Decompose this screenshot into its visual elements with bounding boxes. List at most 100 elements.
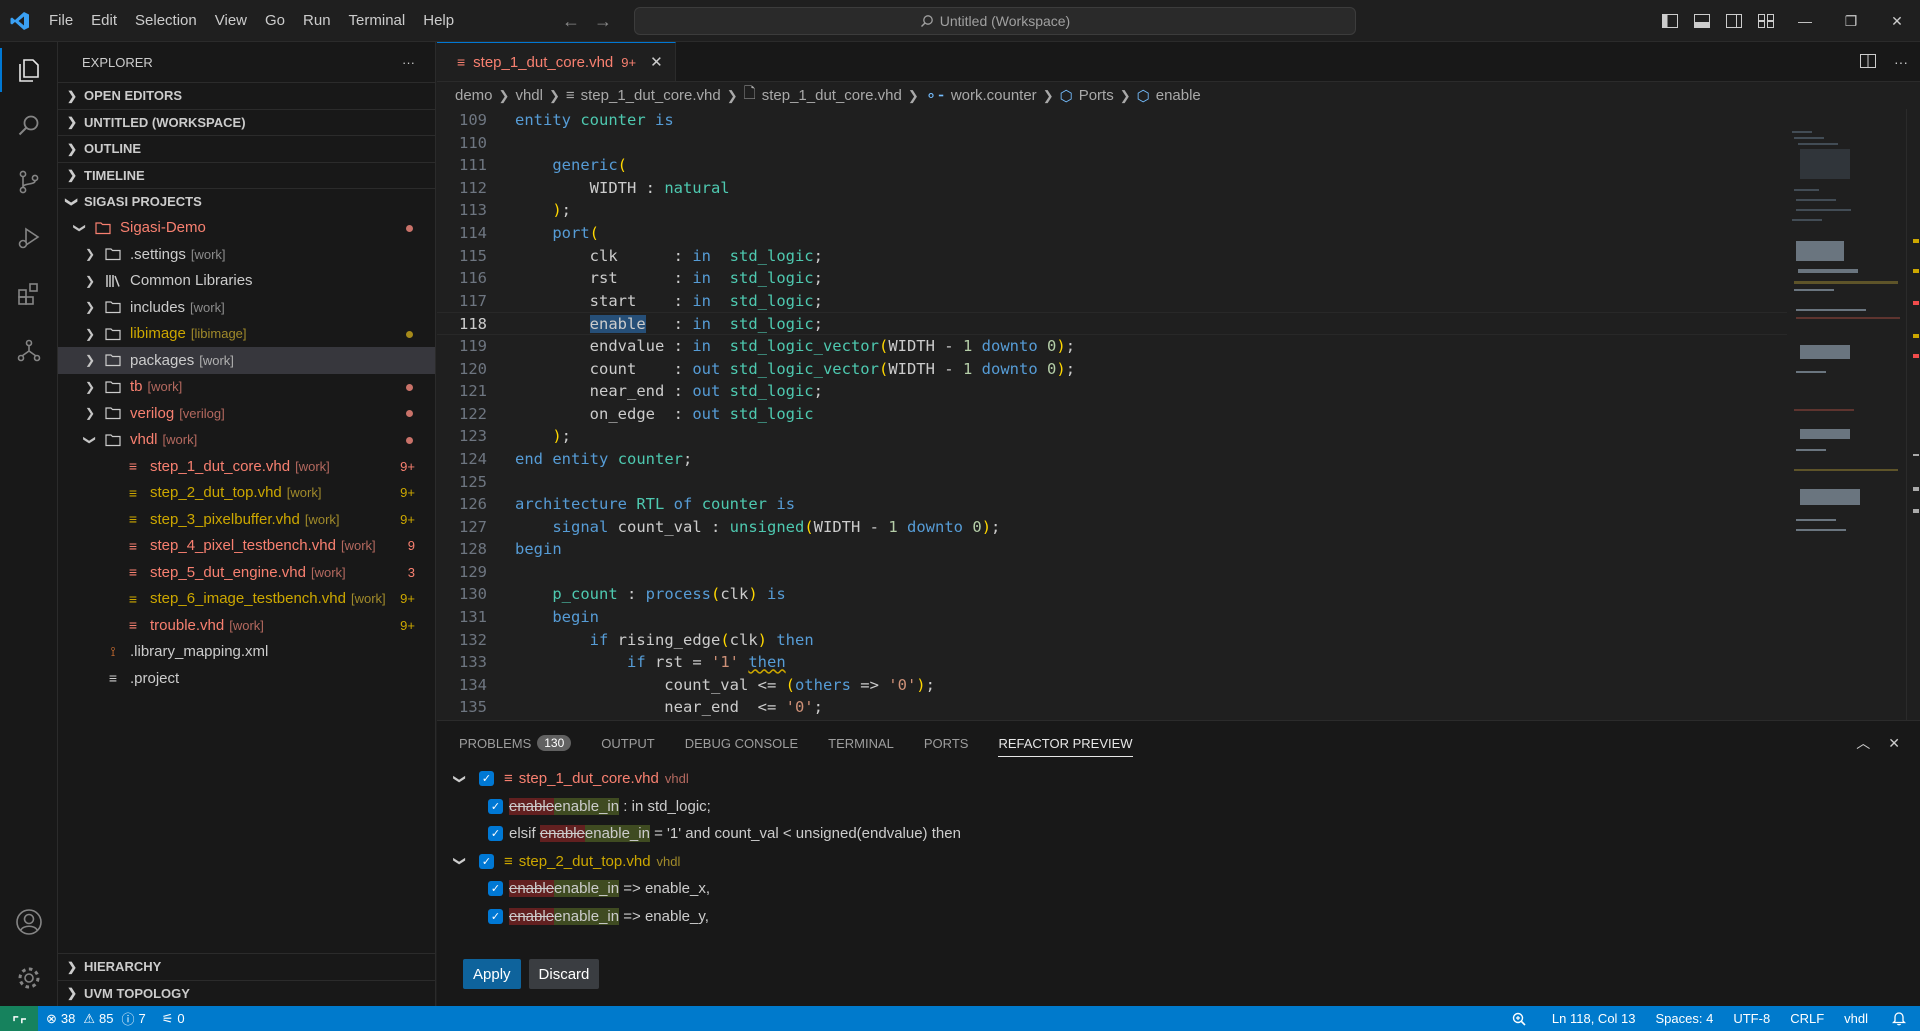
discard-button[interactable]: Discard	[528, 959, 600, 989]
apply-button[interactable]: Apply	[463, 959, 521, 989]
tab-ports[interactable]: PORTS	[924, 721, 983, 765]
menu-run[interactable]: Run	[294, 0, 340, 42]
tab-debug-console[interactable]: DEBUG CONSOLE	[685, 721, 812, 765]
tree-item-trouble[interactable]: ≡ trouble.vhd [work] 9+	[58, 612, 435, 639]
breadcrumb-entity[interactable]: work.counter	[951, 87, 1037, 104]
tab-problems[interactable]: PROBLEMS 130	[459, 721, 585, 765]
source-control-icon[interactable]	[0, 154, 58, 210]
refactor-change-row[interactable]: ✓ enable enable_in => enable_x,	[453, 875, 1920, 903]
checkbox[interactable]: ✓	[479, 853, 494, 869]
minimize-icon[interactable]: —	[1782, 0, 1828, 42]
ports-status[interactable]: ⚟ 0	[154, 1006, 193, 1031]
tab-output[interactable]: OUTPUT	[601, 721, 668, 765]
checkbox[interactable]: ✓	[488, 881, 503, 897]
menu-terminal[interactable]: Terminal	[340, 0, 415, 42]
menu-edit[interactable]: Edit	[82, 0, 126, 42]
explorer-icon[interactable]	[0, 42, 58, 98]
tree-item-tb[interactable]: ❯ tb [work]	[58, 374, 435, 401]
menu-file[interactable]: File	[40, 0, 82, 42]
refactor-change-row[interactable]: ✓ enable enable_in => enable_y,	[453, 903, 1920, 931]
tree-item-vhdl[interactable]: ❯ vhdl [work]	[58, 427, 435, 454]
language-mode[interactable]: vhdl	[1834, 1006, 1878, 1031]
tree-item-step-2-dut-top[interactable]: ≡ step_2_dut_top.vhd [work] 9+	[58, 480, 435, 507]
close-window-icon[interactable]: ✕	[1874, 0, 1920, 42]
forward-arrow-icon[interactable]: →	[594, 11, 612, 32]
breadcrumb-vhdl[interactable]: vhdl	[515, 87, 543, 104]
tree-item-step-1-dut-core[interactable]: ≡ step_1_dut_core.vhd [work] 9+	[58, 453, 435, 480]
toggle-secondary-sidebar-icon[interactable]	[1718, 0, 1750, 42]
split-editor-icon[interactable]	[1860, 53, 1876, 71]
back-arrow-icon[interactable]: ←	[562, 11, 580, 32]
tree-item-verilog[interactable]: ❯ verilog [verilog]	[58, 400, 435, 427]
tree-item-libimage[interactable]: ❯ libimage [libimage]	[58, 321, 435, 348]
encoding[interactable]: UTF-8	[1723, 1006, 1780, 1031]
refactor-change-row[interactable]: ✓ enable enable_in : in std_logic;	[453, 793, 1920, 821]
tree-item-step-4-pixel-testbench[interactable]: ≡ step_4_pixel_testbench.vhd [work] 9	[58, 533, 435, 560]
refactor-file-row[interactable]: ❯ ✓ ≡ step_2_dut_top.vhd vhdl	[453, 848, 1920, 876]
close-panel-icon[interactable]: ✕	[1888, 735, 1900, 752]
menu-go[interactable]: Go	[256, 0, 294, 42]
checkbox[interactable]: ✓	[479, 771, 494, 787]
section-outline[interactable]: ❯ OUTLINE	[58, 135, 435, 162]
section-workspace[interactable]: ❯ UNTITLED (WORKSPACE)	[58, 108, 435, 136]
toggle-primary-sidebar-icon[interactable]	[1654, 0, 1686, 42]
tree-item-step-3-pixelbuffer[interactable]: ≡ step_3_pixelbuffer.vhd [work] 9+	[58, 506, 435, 533]
vertical-scrollbar[interactable]	[1906, 109, 1920, 720]
zoom-icon[interactable]	[1496, 1006, 1542, 1031]
indentation[interactable]: Spaces: 4	[1646, 1006, 1724, 1031]
accounts-icon[interactable]	[0, 894, 58, 950]
breadcrumb-port[interactable]: enable	[1156, 87, 1201, 104]
section-hierarchy[interactable]: ❯ HIERARCHY	[58, 953, 436, 980]
search-view-icon[interactable]	[0, 98, 58, 154]
code-editor[interactable]: 109 entity counter is 110 111 generic( 11…	[437, 109, 1787, 720]
chevron-down-icon[interactable]: ❯	[453, 772, 467, 786]
restore-icon[interactable]: ❐	[1828, 0, 1874, 42]
checkbox[interactable]: ✓	[488, 798, 503, 814]
cursor-position[interactable]: Ln 118, Col 13	[1542, 1006, 1646, 1031]
tree-item-includes[interactable]: ❯ includes [work]	[58, 294, 435, 321]
command-center[interactable]: Untitled (Workspace)	[634, 7, 1356, 35]
breadcrumb-demo[interactable]: demo	[455, 87, 493, 104]
close-tab-icon[interactable]: ✕	[650, 53, 663, 71]
more-actions-icon[interactable]: ···	[402, 55, 415, 70]
breadcrumb-file[interactable]: step_1_dut_core.vhd	[581, 87, 721, 104]
tab-step-1-dut-core[interactable]: ≡ step_1_dut_core.vhd 9+ ✕	[437, 42, 676, 81]
menu-view[interactable]: View	[206, 0, 256, 42]
checkbox[interactable]: ✓	[488, 826, 503, 842]
tree-item-common-libraries[interactable]: ❯ Common Libraries	[58, 268, 435, 295]
chevron-down-icon[interactable]: ❯	[453, 854, 467, 868]
sigasi-hierarchy-icon[interactable]	[0, 322, 58, 378]
tree-item-library-mapping[interactable]: ⟟ .library_mapping.xml	[58, 639, 435, 666]
menu-selection[interactable]: Selection	[126, 0, 206, 42]
toggle-panel-icon[interactable]	[1686, 0, 1718, 42]
breadcrumb-file-design[interactable]: step_1_dut_core.vhd	[762, 87, 902, 104]
line-endings[interactable]: CRLF	[1780, 1006, 1834, 1031]
refactor-file-row[interactable]: ❯ ✓ ≡ step_1_dut_core.vhd vhdl	[453, 765, 1920, 793]
notifications-bell-icon[interactable]	[1878, 1006, 1920, 1031]
maximize-panel-icon[interactable]: ︿	[1856, 733, 1870, 753]
tree-item-sigasi-demo[interactable]: ❯ Sigasi-Demo	[58, 215, 435, 242]
tab-terminal[interactable]: TERMINAL	[828, 721, 908, 765]
customize-layout-icon[interactable]	[1750, 0, 1782, 42]
tab-refactor-preview[interactable]: REFACTOR PREVIEW	[998, 721, 1146, 765]
manage-gear-icon[interactable]	[0, 950, 58, 1006]
breadcrumb-ports[interactable]: Ports	[1079, 87, 1114, 104]
run-debug-icon[interactable]	[0, 210, 58, 266]
tree-item-packages[interactable]: ❯ packages [work]	[58, 347, 435, 374]
remote-indicator-icon[interactable]	[0, 1006, 38, 1031]
minimap[interactable]	[1790, 109, 1900, 720]
extensions-icon[interactable]	[0, 266, 58, 322]
section-uvm-topology[interactable]: ❯ UVM TOPOLOGY	[58, 979, 436, 1007]
tree-item-project[interactable]: ≡ .project	[58, 665, 435, 692]
section-open-editors[interactable]: ❯ OPEN EDITORS	[58, 82, 435, 109]
tree-item-settings[interactable]: ❯ .settings [work]	[58, 241, 435, 268]
checkbox[interactable]: ✓	[488, 908, 503, 924]
section-sigasi-projects[interactable]: ❯ SIGASI PROJECTS	[58, 188, 435, 215]
tree-item-step-6-image-testbench[interactable]: ≡ step_6_image_testbench.vhd [work] 9+	[58, 586, 435, 613]
tree-item-step-5-dut-engine[interactable]: ≡ step_5_dut_engine.vhd [work] 3	[58, 559, 435, 586]
menu-help[interactable]: Help	[414, 0, 463, 42]
section-timeline[interactable]: ❯ TIMELINE	[58, 161, 435, 189]
problems-status[interactable]: ⊗ 38 ⚠ 85 ⓘ 7	[38, 1006, 154, 1031]
more-actions-icon[interactable]: ···	[1894, 54, 1908, 70]
refactor-change-row[interactable]: ✓ elsif enable enable_in = '1' and count_…	[453, 820, 1920, 848]
